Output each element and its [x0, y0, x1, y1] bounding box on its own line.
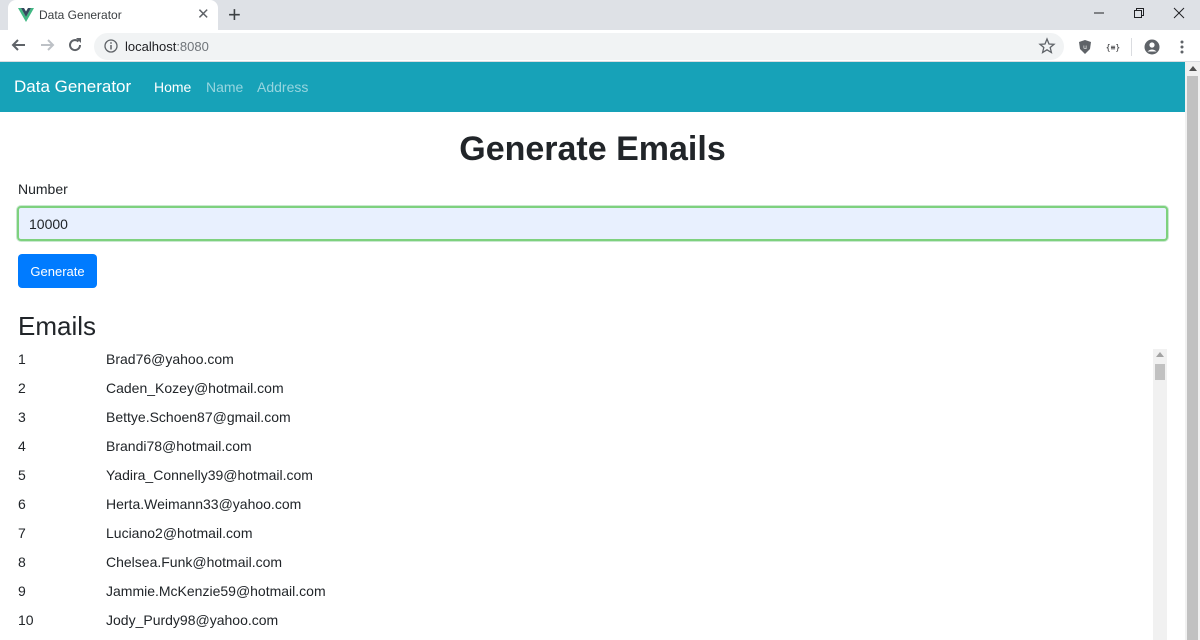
svg-text:{≡}: {≡} [1106, 43, 1120, 52]
email-address: Jammie.McKenzie59@hotmail.com [106, 583, 326, 599]
email-index: 5 [18, 467, 26, 483]
kebab-menu-icon[interactable] [1174, 39, 1190, 55]
number-input[interactable] [17, 206, 1168, 241]
list-item: 6 Herta.Weimann33@yahoo.com [18, 493, 1148, 522]
email-index: 6 [18, 496, 26, 512]
email-index: 9 [18, 583, 26, 599]
email-index: 4 [18, 438, 26, 454]
svg-text:u: u [1083, 44, 1087, 51]
star-icon[interactable] [1038, 37, 1056, 55]
email-index: 1 [18, 351, 26, 367]
email-index: 8 [18, 554, 26, 570]
email-address: Brandi78@hotmail.com [106, 438, 252, 454]
list-item: 3 Bettye.Schoen87@gmail.com [18, 406, 1148, 435]
info-icon[interactable] [104, 39, 118, 53]
email-index: 7 [18, 525, 26, 541]
email-index: 2 [18, 380, 26, 396]
email-list[interactable]: 1 Brad76@yahoo.com 2 Caden_Kozey@hotmail… [18, 348, 1148, 640]
number-label: Number [18, 181, 68, 197]
email-index: 10 [18, 612, 34, 628]
email-list-scrollbar[interactable] [1153, 349, 1167, 640]
email-address: Luciano2@hotmail.com [106, 525, 253, 541]
navbar-brand[interactable]: Data Generator [14, 77, 131, 97]
page-title: Generate Emails [459, 130, 726, 168]
arrow-left-icon[interactable] [10, 36, 30, 56]
nav-link-address[interactable]: Address [257, 79, 308, 95]
list-item: 9 Jammie.McKenzie59@hotmail.com [18, 580, 1148, 609]
vue-logo-icon [18, 8, 34, 22]
app-navbar: Data Generator Home Name Address [0, 62, 1185, 112]
minimize-icon[interactable] [1084, 4, 1114, 24]
list-item: 2 Caden_Kozey@hotmail.com [18, 377, 1148, 406]
email-address: Jody_Purdy98@yahoo.com [106, 612, 279, 628]
emails-heading: Emails [18, 311, 97, 341]
arrow-right-icon[interactable] [38, 36, 58, 56]
json-extension-icon[interactable]: {≡} [1105, 39, 1121, 55]
scroll-up-icon[interactable] [1156, 352, 1164, 357]
email-address: Herta.Weimann33@yahoo.com [106, 496, 302, 512]
reload-icon[interactable] [66, 36, 86, 56]
url-text: localhost:8080 [125, 39, 209, 54]
list-item: 1 Brad76@yahoo.com [18, 348, 1148, 377]
restore-icon[interactable] [1124, 4, 1154, 24]
generate-button[interactable]: Generate [18, 254, 97, 288]
page-scrollbar[interactable] [1185, 62, 1200, 640]
list-item: 8 Chelsea.Funk@hotmail.com [18, 551, 1148, 580]
close-window-icon[interactable] [1164, 4, 1194, 24]
new-tab-button[interactable]: + [228, 3, 241, 27]
list-item: 7 Luciano2@hotmail.com [18, 522, 1148, 551]
browser-tab-bar: Data Generator ✕ + [0, 0, 1200, 30]
toolbar-separator [1131, 38, 1132, 56]
shield-extension-icon[interactable]: u [1077, 39, 1093, 55]
list-item: 5 Yadira_Connelly39@hotmail.com [18, 464, 1148, 493]
browser-tab[interactable]: Data Generator ✕ [8, 0, 218, 30]
scrollbar-thumb[interactable] [1155, 364, 1165, 380]
email-address: Chelsea.Funk@hotmail.com [106, 554, 283, 570]
scroll-up-icon[interactable] [1189, 66, 1197, 71]
scrollbar-thumb[interactable] [1187, 76, 1198, 640]
address-bar[interactable]: localhost:8080 [94, 33, 1064, 60]
list-item: 10 Jody_Purdy98@yahoo.com [18, 609, 1148, 638]
list-item: 4 Brandi78@hotmail.com [18, 435, 1148, 464]
account-icon[interactable] [1144, 39, 1160, 55]
email-address: Brad76@yahoo.com [106, 351, 234, 367]
tab-close-icon[interactable]: ✕ [197, 6, 210, 24]
email-index: 3 [18, 409, 26, 425]
nav-link-home[interactable]: Home [154, 79, 191, 95]
nav-link-name[interactable]: Name [206, 79, 243, 95]
tab-title: Data Generator [39, 8, 122, 22]
email-address: Yadira_Connelly39@hotmail.com [106, 467, 313, 483]
email-address: Bettye.Schoen87@gmail.com [106, 409, 291, 425]
email-address: Caden_Kozey@hotmail.com [106, 380, 284, 396]
browser-toolbar: localhost:8080 u {≡} [0, 30, 1200, 62]
